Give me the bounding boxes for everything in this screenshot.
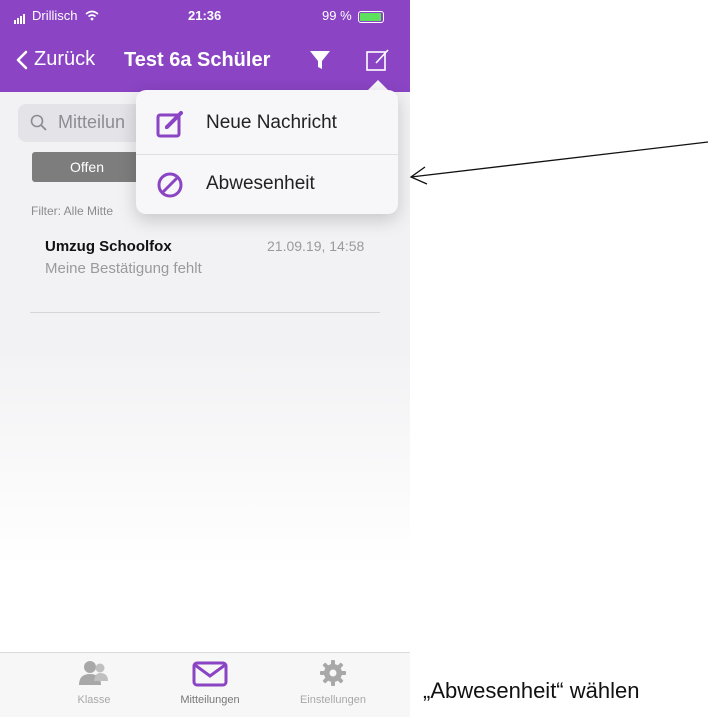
funnel-icon[interactable] bbox=[308, 48, 332, 72]
segment-offen[interactable]: Offen bbox=[32, 152, 142, 182]
menu-item-label: Neue Nachricht bbox=[206, 112, 337, 133]
clock: 21:36 bbox=[188, 8, 222, 23]
divider bbox=[30, 312, 380, 313]
navigation-bar: Zurück Test 6a Schüler bbox=[0, 40, 410, 84]
annotation-caption: „Abwesenheit“ wählen bbox=[423, 678, 640, 703]
no-entry-icon bbox=[157, 172, 183, 198]
annotation-arrow bbox=[409, 141, 709, 185]
battery-label: 99 % bbox=[322, 8, 352, 23]
tab-klasse[interactable]: Klasse bbox=[44, 659, 144, 706]
phone-screen: Drillisch 21:36 99 % Zurück Test 6a Schü… bbox=[0, 0, 410, 717]
search-placeholder: Mitteilun bbox=[58, 112, 126, 132]
battery-status: 99 % bbox=[322, 8, 385, 23]
carrier-status: Drillisch bbox=[14, 8, 99, 24]
back-label: Zurück bbox=[34, 48, 96, 70]
message-title: Umzug Schoolfox bbox=[45, 238, 172, 255]
tab-mitteilungen[interactable]: Mitteilungen bbox=[160, 659, 260, 706]
battery-icon bbox=[358, 10, 385, 23]
carrier-label: Drillisch bbox=[32, 8, 78, 23]
menu-item-abwesenheit[interactable]: Abwesenheit bbox=[136, 154, 398, 215]
tab-label: Mitteilungen bbox=[180, 694, 240, 706]
signal-icon bbox=[14, 9, 26, 24]
envelope-icon bbox=[192, 661, 228, 687]
chevron-left-icon bbox=[16, 50, 28, 69]
compose-icon[interactable] bbox=[364, 46, 392, 74]
message-subtitle: Meine Bestätigung fehlt bbox=[45, 260, 202, 277]
compose-icon bbox=[156, 111, 183, 138]
menu-item-label: Abwesenheit bbox=[206, 173, 315, 194]
tab-label: Klasse bbox=[77, 694, 111, 706]
menu-item-neue-nachricht[interactable]: Neue Nachricht bbox=[136, 94, 398, 154]
filter-label: Filter: Alle Mitte bbox=[31, 204, 114, 218]
people-icon bbox=[79, 661, 108, 685]
search-icon bbox=[30, 114, 47, 131]
wifi-icon bbox=[85, 10, 99, 21]
status-bar: Drillisch 21:36 99 % bbox=[0, 0, 410, 30]
compose-dropdown-menu: Neue Nachricht Abwesenheit bbox=[136, 90, 398, 214]
tab-einstellungen[interactable]: Einstellungen bbox=[283, 659, 383, 706]
top-bar: Drillisch 21:36 99 % Zurück Test 6a Schü… bbox=[0, 0, 410, 92]
page-title: Test 6a Schüler bbox=[124, 49, 271, 71]
tab-label: Einstellungen bbox=[299, 694, 367, 706]
message-timestamp: 21.09.19, 14:58 bbox=[267, 238, 365, 254]
tab-bar: Klasse Mitteilungen Einstellungen bbox=[0, 652, 410, 717]
gear-icon bbox=[320, 660, 346, 686]
back-button[interactable]: Zurück bbox=[16, 48, 95, 71]
